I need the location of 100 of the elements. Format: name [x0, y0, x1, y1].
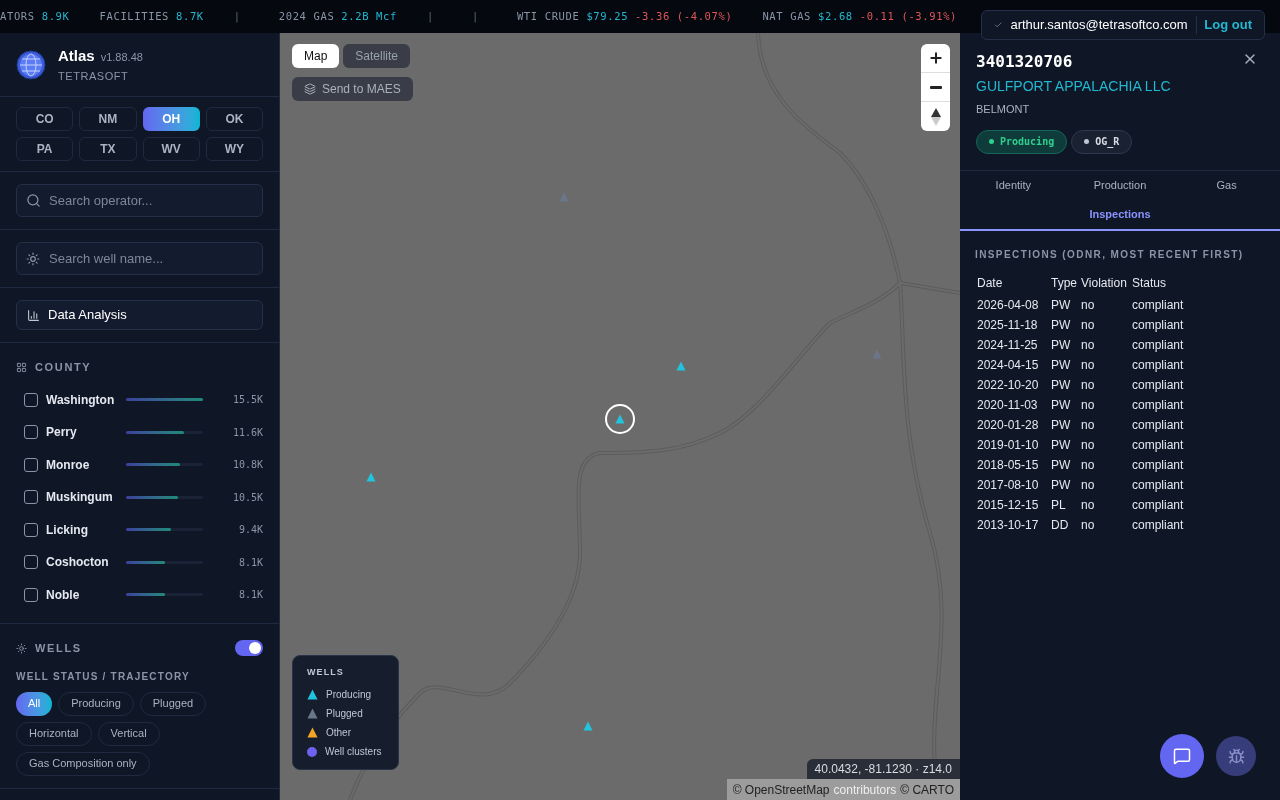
filter-subtitle: WELL STATUS / TRAJECTORY: [16, 669, 191, 684]
county-name: Perry: [46, 424, 78, 442]
county-checkbox[interactable]: [24, 457, 38, 472]
county-checkbox[interactable]: [24, 587, 38, 602]
table-cell: PW: [1051, 474, 1081, 495]
detail-tab[interactable]: Production: [1066, 170, 1174, 200]
well-api-number: 3401320706: [976, 51, 1073, 73]
chat-icon: [1173, 747, 1191, 765]
ticker-item: WTI CRUDE $79.25 -3.36 (-4.07%): [516, 8, 733, 24]
table-cell-text: compliant: [1132, 516, 1184, 534]
section-title: WELLS: [35, 641, 82, 656]
table-cell: DD: [1051, 514, 1081, 535]
legend-label: Well clusters: [325, 745, 382, 759]
tag-badge: OG_R: [1071, 129, 1133, 154]
table-cell: 2022-10-20: [977, 374, 1051, 395]
layer-tab[interactable]: Map: [292, 44, 340, 68]
table-cell: 2017-08-10: [977, 474, 1051, 495]
table-cell: 2020-11-03: [977, 394, 1051, 415]
ticker-item: NAT GAS $2.68 -0.11 (-3.91%): [762, 8, 958, 24]
ticker-item: ATORS 8.9K: [0, 8, 70, 24]
detail-tab[interactable]: Identity: [960, 170, 1067, 200]
column-header: Date: [977, 273, 1051, 295]
state-button[interactable]: TX: [79, 137, 137, 161]
state-button[interactable]: NM: [79, 107, 137, 131]
state-button[interactable]: PA: [16, 137, 74, 161]
county-name: Noble: [46, 586, 81, 604]
table-cell-text: compliant: [1132, 376, 1184, 394]
data-analysis-button[interactable]: Data Analysis: [16, 300, 263, 330]
county-name: Licking: [46, 521, 89, 539]
county-checkbox[interactable]: [24, 555, 38, 570]
table-cell: PW: [1051, 394, 1081, 415]
county-name: Washington: [46, 391, 116, 409]
state-button[interactable]: WY: [205, 137, 263, 161]
table-cell: 2018-05-15: [977, 454, 1051, 475]
table-cell-text: compliant: [1132, 436, 1184, 454]
state-button[interactable]: CO: [16, 107, 74, 131]
layer-tab[interactable]: Satellite: [343, 44, 411, 68]
table-cell: no: [1081, 434, 1132, 455]
section-title: INSPECTIONS (ODNR, MOST RECENT FIRST): [975, 247, 1245, 262]
layers-icon: [304, 83, 316, 95]
county-checkbox[interactable]: [24, 490, 38, 505]
table-cell-text: compliant: [1132, 316, 1184, 334]
legend-label: Plugged: [326, 707, 363, 721]
county-count: 10.5K: [232, 490, 263, 505]
table-cell: no: [1081, 294, 1132, 315]
table-cell: 2020-01-28: [977, 414, 1051, 435]
operator-search-field[interactable]: Search operator...: [16, 184, 263, 217]
county-checkbox[interactable]: [24, 392, 38, 407]
minus-icon: [929, 85, 942, 89]
ticker-item: FACILITIES 8.7K: [99, 8, 204, 24]
bug-icon: [1227, 747, 1245, 765]
operator-name: GULFPORT APPALACHIA LLC: [976, 77, 1172, 96]
table-cell: PW: [1051, 374, 1081, 395]
table-cell-text: compliant: [1132, 416, 1184, 434]
county-count: 9.4K: [238, 523, 263, 538]
county-name: Monroe: [46, 456, 91, 474]
detail-tab[interactable]: Gas: [1173, 170, 1280, 200]
selected-well-marker[interactable]: [605, 404, 635, 434]
column-header: Violation: [1081, 273, 1132, 295]
plus-icon: [927, 50, 944, 66]
map-attribution: © OpenStreetMap contributors © CARTO: [726, 779, 960, 800]
legend-title: WELLS: [307, 665, 345, 679]
legend-label: Other: [326, 726, 351, 740]
table-cell: no: [1081, 394, 1132, 415]
send-button[interactable]: Send to MAES: [292, 77, 413, 101]
county-count: 15.5K: [232, 393, 263, 408]
logout-link[interactable]: Log out: [1204, 15, 1252, 35]
compass-icon: [930, 107, 941, 126]
table-cell: PW: [1051, 414, 1081, 435]
county-checkbox[interactable]: [24, 522, 38, 537]
company-name: TETRASOFT: [58, 68, 130, 84]
table-cell: no: [1081, 334, 1132, 355]
table-cell: no: [1081, 474, 1132, 495]
table-cell-text: compliant: [1132, 356, 1184, 374]
state-button[interactable]: OK: [205, 107, 263, 131]
county-label: BELMONT: [976, 102, 1031, 117]
table-cell: 2013-10-17: [977, 514, 1051, 535]
county-count: 8.1K: [238, 588, 263, 603]
well-search-field[interactable]: Search well name...: [16, 242, 263, 275]
ticker-separator: |: [425, 8, 435, 25]
table-cell-text: compliant: [1132, 496, 1184, 514]
county-checkbox[interactable]: [24, 425, 38, 440]
search-icon: [26, 193, 41, 208]
table-cell: no: [1081, 414, 1132, 435]
section-title: COUNTY: [35, 360, 92, 375]
table-cell: 2015-12-15: [977, 494, 1051, 515]
table-cell: 2025-11-18: [977, 314, 1051, 335]
table-cell: 2024-11-25: [977, 334, 1051, 355]
bar-chart-icon: [27, 308, 40, 322]
table-cell: PW: [1051, 294, 1081, 315]
table-cell: PW: [1051, 314, 1081, 335]
detail-tab[interactable]: Inspections: [960, 199, 1280, 229]
app-version: v1.88.48: [100, 50, 143, 65]
ticker-item: 2024 GAS 2.2B Mcf: [278, 8, 397, 24]
wells-toggle[interactable]: [235, 640, 263, 657]
table-cell: no: [1081, 374, 1132, 395]
ticker-separator: |: [232, 8, 242, 25]
table-cell: no: [1081, 514, 1132, 535]
state-button[interactable]: WV: [142, 137, 200, 161]
table-cell: PW: [1051, 454, 1081, 475]
